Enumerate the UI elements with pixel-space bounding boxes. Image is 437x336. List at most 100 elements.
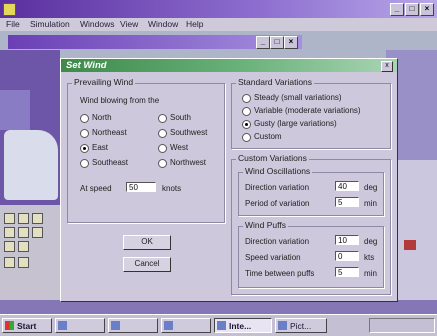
puff-speed-input[interactable]: 0 bbox=[335, 251, 359, 261]
map-view[interactable] bbox=[0, 50, 60, 205]
system-tray bbox=[369, 318, 435, 333]
radio-southeast[interactable] bbox=[80, 159, 89, 168]
taskbar: Start Inte... Pict... bbox=[0, 314, 437, 336]
app-icon bbox=[3, 3, 16, 16]
radio-gusty-label: Gusty (large variations) bbox=[254, 119, 337, 128]
tool-icon[interactable] bbox=[18, 227, 29, 238]
radio-south[interactable] bbox=[158, 114, 167, 123]
wind-puffs-label: Wind Puffs bbox=[243, 220, 288, 230]
speed-input[interactable]: 50 bbox=[126, 182, 156, 192]
app-icon bbox=[164, 321, 173, 330]
radio-custom[interactable] bbox=[242, 133, 251, 142]
flag-tool-icon[interactable] bbox=[4, 213, 15, 224]
taskbar-item-active[interactable]: Inte... bbox=[214, 318, 272, 333]
tool-icon[interactable] bbox=[32, 213, 43, 224]
dialog-close-button[interactable]: x bbox=[381, 61, 393, 72]
app-icon bbox=[58, 321, 67, 330]
tool-icon[interactable] bbox=[4, 227, 15, 238]
cancel-button[interactable]: Cancel bbox=[123, 257, 171, 272]
windows-logo-icon bbox=[5, 321, 14, 330]
radio-custom-label: Custom bbox=[254, 132, 282, 141]
map-terrain bbox=[0, 90, 30, 130]
tool-icon[interactable] bbox=[18, 257, 29, 268]
osc-period-unit: min bbox=[364, 199, 377, 208]
taskbar-item[interactable] bbox=[161, 318, 211, 333]
radio-gusty[interactable] bbox=[242, 120, 251, 129]
custom-variations-group: Custom Variations Wind Oscillations Dire… bbox=[231, 153, 391, 295]
osc-direction-input[interactable]: 40 bbox=[335, 181, 359, 191]
menu-help[interactable]: Help bbox=[186, 19, 203, 29]
taskbar-item[interactable]: Pict... bbox=[275, 318, 327, 333]
app-icon bbox=[278, 321, 287, 330]
radio-variable[interactable] bbox=[242, 107, 251, 116]
menu-simulation[interactable]: Simulation bbox=[30, 19, 70, 29]
radio-steady[interactable] bbox=[242, 94, 251, 103]
status-strip bbox=[0, 300, 437, 314]
radio-northwest-label: Northwest bbox=[170, 158, 207, 167]
buoy-flag-icon bbox=[404, 240, 416, 250]
menu-view[interactable]: View bbox=[120, 19, 138, 29]
child-close-button[interactable]: × bbox=[284, 36, 298, 49]
tool-icon[interactable] bbox=[4, 257, 15, 268]
puff-speed-label: Speed variation bbox=[245, 253, 301, 262]
radio-southwest-label: Southwest bbox=[170, 128, 208, 137]
map-island bbox=[4, 130, 58, 200]
radio-northeast[interactable] bbox=[80, 129, 89, 138]
close-button[interactable]: × bbox=[420, 3, 434, 16]
puff-time-input[interactable]: 5 bbox=[335, 267, 359, 277]
tool-palette bbox=[0, 205, 60, 300]
wind-oscillations-group: Wind Oscillations Direction variation 40… bbox=[238, 166, 384, 216]
speed-unit: knots bbox=[162, 184, 182, 193]
standard-variations-group: Standard Variations Steady (small variat… bbox=[231, 77, 391, 149]
radio-southeast-label: Southeast bbox=[92, 158, 129, 167]
radio-steady-label: Steady (small variations) bbox=[254, 93, 342, 102]
child-minimize-button[interactable]: _ bbox=[256, 36, 270, 49]
puff-time-unit: min bbox=[364, 269, 377, 278]
radio-north-label: North bbox=[92, 113, 112, 122]
taskbar-item[interactable] bbox=[55, 318, 105, 333]
prevailing-wind-label: Prevailing Wind bbox=[72, 77, 136, 87]
osc-period-label: Period of variation bbox=[245, 199, 310, 208]
child-title-bar[interactable]: _ □ × bbox=[8, 35, 302, 49]
tool-icon[interactable] bbox=[32, 227, 43, 238]
wind-blowing-label: Wind blowing from the bbox=[80, 96, 160, 105]
minimize-button[interactable]: _ bbox=[390, 3, 404, 16]
menu-window[interactable]: Window bbox=[148, 19, 178, 29]
wind-oscillations-label: Wind Oscillations bbox=[243, 166, 313, 176]
app-icon bbox=[217, 321, 226, 330]
osc-direction-unit: deg bbox=[364, 183, 378, 192]
speed-label: At speed bbox=[80, 184, 112, 193]
radio-northwest[interactable] bbox=[158, 159, 167, 168]
maximize-button[interactable]: □ bbox=[405, 3, 419, 16]
menu-file[interactable]: File bbox=[6, 19, 20, 29]
prevailing-wind-group: Prevailing Wind Wind blowing from the No… bbox=[67, 77, 225, 223]
puff-direction-label: Direction variation bbox=[245, 237, 310, 246]
radio-north[interactable] bbox=[80, 114, 89, 123]
taskbar-item[interactable] bbox=[108, 318, 158, 333]
ok-button[interactable]: OK bbox=[123, 235, 171, 250]
radio-west-label: West bbox=[170, 143, 189, 152]
child-maximize-button[interactable]: □ bbox=[270, 36, 284, 49]
radio-west[interactable] bbox=[158, 144, 167, 153]
puff-speed-unit: kts bbox=[364, 253, 375, 262]
custom-variations-label: Custom Variations bbox=[236, 153, 309, 163]
wind-puffs-group: Wind Puffs Direction variation 10 deg Sp… bbox=[238, 220, 384, 288]
standard-variations-label: Standard Variations bbox=[236, 77, 315, 87]
menu-windows[interactable]: Windows bbox=[80, 19, 114, 29]
osc-direction-label: Direction variation bbox=[245, 183, 310, 192]
tool-icon[interactable] bbox=[18, 213, 29, 224]
tool-icon[interactable] bbox=[4, 241, 15, 252]
menu-bar: File Simulation Windows View Window Help bbox=[0, 18, 437, 31]
puff-direction-input[interactable]: 10 bbox=[335, 235, 359, 245]
puff-direction-unit: deg bbox=[364, 237, 378, 246]
radio-south-label: South bbox=[170, 113, 191, 122]
puff-time-label: Time between puffs bbox=[245, 269, 315, 278]
tool-icon[interactable] bbox=[18, 241, 29, 252]
app-title-bar[interactable]: _ □ × bbox=[0, 0, 437, 18]
radio-east-label: East bbox=[92, 143, 109, 152]
osc-period-input[interactable]: 5 bbox=[335, 197, 359, 207]
radio-east[interactable] bbox=[80, 144, 89, 153]
dialog-title-bar[interactable]: Set Wind x bbox=[61, 59, 397, 72]
radio-southwest[interactable] bbox=[158, 129, 167, 138]
start-button[interactable]: Start bbox=[2, 318, 52, 333]
